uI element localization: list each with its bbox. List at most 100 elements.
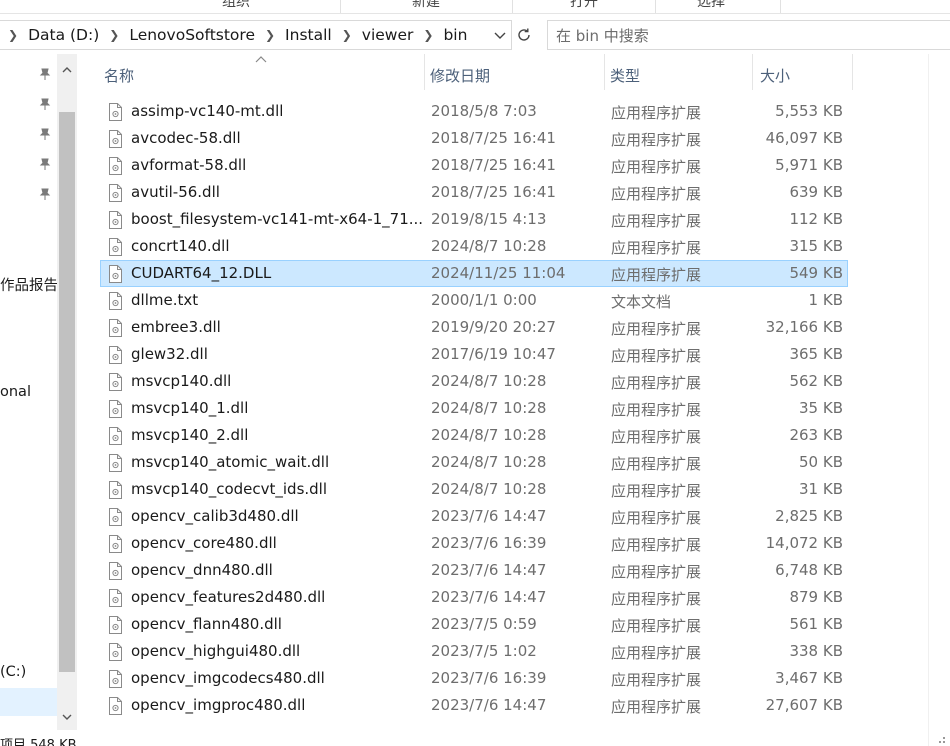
ribbon-new-label[interactable]: 新建 — [412, 0, 440, 11]
ribbon-open-label[interactable]: 打开 — [570, 0, 598, 11]
file-type: 应用程序扩展 — [611, 563, 702, 581]
file-date-modified: 2023/7/5 1:02 — [431, 642, 537, 660]
file-row[interactable]: concrt140.dll 2024/8/7 10:28 应用程序扩展 315 KB — [100, 233, 848, 260]
file-name: opencv_imgcodecs480.dll — [131, 669, 325, 687]
refresh-button[interactable] — [512, 20, 536, 50]
breadcrumb-bin[interactable]: bin — [443, 26, 467, 44]
nav-scrollbar[interactable] — [57, 54, 77, 730]
file-row[interactable]: avformat-58.dll 2018/7/25 16:41 应用程序扩展 5,97… — [100, 152, 848, 179]
breadcrumb-viewer[interactable]: viewer — [362, 26, 414, 44]
address-bar[interactable]: ❯ Data (D:) ❯ LenovoSoftstore ❯ Install … — [0, 20, 512, 50]
file-icon — [109, 670, 122, 688]
file-row[interactable]: msvcp140_1.dll 2024/8/7 10:28 应用程序扩展 35 KB — [100, 395, 848, 422]
file-name: boost_filesystem-vc141-mt-x64-1_71... — [131, 210, 424, 228]
file-date-modified: 2023/7/6 14:47 — [431, 696, 547, 714]
pin-icon[interactable] — [38, 157, 52, 171]
pin-icon[interactable] — [38, 187, 52, 201]
file-type: 应用程序扩展 — [611, 104, 702, 122]
file-name: opencv_calib3d480.dll — [131, 507, 299, 525]
chevron-right-icon[interactable]: ❯ — [8, 28, 18, 42]
file-name: msvcp140.dll — [131, 372, 232, 390]
status-bar-text: 项目 548 KB — [0, 738, 77, 746]
file-icon — [109, 265, 122, 283]
file-size: 14,072 KB — [765, 534, 843, 552]
pin-icon[interactable] — [38, 127, 52, 141]
file-date-modified: 2023/7/6 14:47 — [431, 507, 547, 525]
file-row[interactable]: opencv_features2d480.dll 2023/7/6 14:47 应用… — [100, 584, 848, 611]
scroll-down-button[interactable] — [59, 708, 75, 726]
file-type: 应用程序扩展 — [611, 428, 702, 446]
file-name: assimp-vc140-mt.dll — [131, 102, 284, 120]
file-row[interactable]: embree3.dll 2019/9/20 20:27 应用程序扩展 32,166 K… — [100, 314, 848, 341]
ribbon-divider — [655, 0, 656, 13]
scroll-up-button[interactable] — [59, 60, 75, 78]
file-date-modified: 2023/7/6 14:47 — [431, 561, 547, 579]
file-size: 35 KB — [799, 399, 843, 417]
nav-selected-item[interactable] — [0, 688, 57, 716]
file-name: opencv_features2d480.dll — [131, 588, 326, 606]
file-row[interactable]: opencv_core480.dll 2023/7/6 16:39 应用程序扩展 14… — [100, 530, 848, 557]
file-icon — [109, 184, 122, 202]
file-name: opencv_highgui480.dll — [131, 642, 301, 660]
chevron-right-icon[interactable]: ❯ — [265, 28, 275, 42]
file-row[interactable]: opencv_imgproc480.dll 2023/7/6 14:47 应用程序扩… — [100, 692, 848, 719]
file-type: 应用程序扩展 — [611, 239, 702, 257]
file-size: 27,607 KB — [765, 696, 843, 714]
column-header-type[interactable]: 类型 — [600, 60, 752, 90]
ribbon-organize-label[interactable]: 组织 — [222, 0, 250, 11]
file-row[interactable]: boost_filesystem-vc141-mt-x64-1_71... 201… — [100, 206, 848, 233]
file-row[interactable]: msvcp140_2.dll 2024/8/7 10:28 应用程序扩展 263 KB — [100, 422, 848, 449]
file-date-modified: 2024/8/7 10:28 — [431, 399, 547, 417]
file-date-modified: 2023/7/6 16:39 — [431, 669, 547, 687]
address-history-dropdown[interactable] — [492, 26, 508, 46]
file-row[interactable]: msvcp140_codecvt_ids.dll 2024/8/7 10:28 应用… — [100, 476, 848, 503]
file-icon — [109, 697, 122, 715]
file-type: 应用程序扩展 — [611, 617, 702, 635]
file-row[interactable]: dllme.txt 2000/1/1 0:00 文本文档 1 KB — [100, 287, 848, 314]
column-header-date[interactable]: 修改日期 — [420, 60, 604, 90]
column-divider[interactable] — [852, 54, 853, 90]
file-name: avformat-58.dll — [131, 156, 247, 174]
breadcrumb-lenovosoftstore[interactable]: LenovoSoftstore — [129, 26, 255, 44]
file-list-scrollbar[interactable] — [928, 54, 950, 746]
search-box[interactable] — [547, 20, 950, 50]
breadcrumb-drive[interactable]: Data (D:) — [28, 26, 99, 44]
file-row[interactable]: avutil-56.dll 2018/7/25 16:41 应用程序扩展 639 KB — [100, 179, 848, 206]
nav-scrollbar-thumb[interactable] — [59, 112, 75, 672]
column-header-size[interactable]: 大小 — [750, 60, 850, 90]
file-type: 应用程序扩展 — [611, 374, 702, 392]
column-header-name[interactable]: 名称 — [94, 60, 424, 90]
file-size: 338 KB — [789, 642, 843, 660]
nav-item-personal[interactable]: onal — [0, 384, 31, 400]
nav-item-report[interactable]: 作品报告 — [0, 274, 58, 295]
file-size: 5,971 KB — [775, 156, 843, 174]
file-row[interactable]: opencv_calib3d480.dll 2023/7/6 14:47 应用程序扩… — [100, 503, 848, 530]
chevron-right-icon[interactable]: ❯ — [342, 28, 352, 42]
resize-grip-icon[interactable] — [930, 736, 948, 746]
nav-item-drive-c[interactable]: (C:) — [0, 664, 26, 680]
chevron-right-icon[interactable]: ❯ — [423, 28, 433, 42]
file-row[interactable]: opencv_flann480.dll 2023/7/5 0:59 应用程序扩展 56… — [100, 611, 848, 638]
file-row[interactable]: CUDART64_12.DLL 2024/11/25 11:04 应用程序扩展 549… — [100, 260, 848, 287]
file-icon — [109, 643, 122, 661]
file-name: opencv_dnn480.dll — [131, 561, 273, 579]
file-size: 561 KB — [789, 615, 843, 633]
file-name: avutil-56.dll — [131, 183, 220, 201]
file-row[interactable]: opencv_highgui480.dll 2023/7/5 1:02 应用程序扩展… — [100, 638, 848, 665]
file-row[interactable]: glew32.dll 2017/6/19 10:47 应用程序扩展 365 KB — [100, 341, 848, 368]
file-row[interactable]: assimp-vc140-mt.dll 2018/5/8 7:03 应用程序扩展 5,… — [100, 98, 848, 125]
search-input[interactable] — [556, 25, 946, 47]
file-type: 应用程序扩展 — [611, 320, 702, 338]
chevron-right-icon[interactable]: ❯ — [109, 28, 119, 42]
breadcrumb-install[interactable]: Install — [285, 26, 332, 44]
file-row[interactable]: msvcp140.dll 2024/8/7 10:28 应用程序扩展 562 KB — [100, 368, 848, 395]
ribbon: 组织 新建 打开 选择 — [0, 0, 950, 14]
file-row[interactable]: avcodec-58.dll 2018/7/25 16:41 应用程序扩展 46,09… — [100, 125, 848, 152]
file-row[interactable]: msvcp140_atomic_wait.dll 2024/8/7 10:28 应用… — [100, 449, 848, 476]
pin-icon[interactable] — [38, 97, 52, 111]
file-row[interactable]: opencv_imgcodecs480.dll 2023/7/6 16:39 应用程… — [100, 665, 848, 692]
navigation-pane: 作品报告 onal (C:) — [0, 54, 78, 746]
pin-icon[interactable] — [38, 67, 52, 81]
file-row[interactable]: opencv_dnn480.dll 2023/7/6 14:47 应用程序扩展 6,7… — [100, 557, 848, 584]
ribbon-select-label[interactable]: 选择 — [697, 0, 725, 11]
